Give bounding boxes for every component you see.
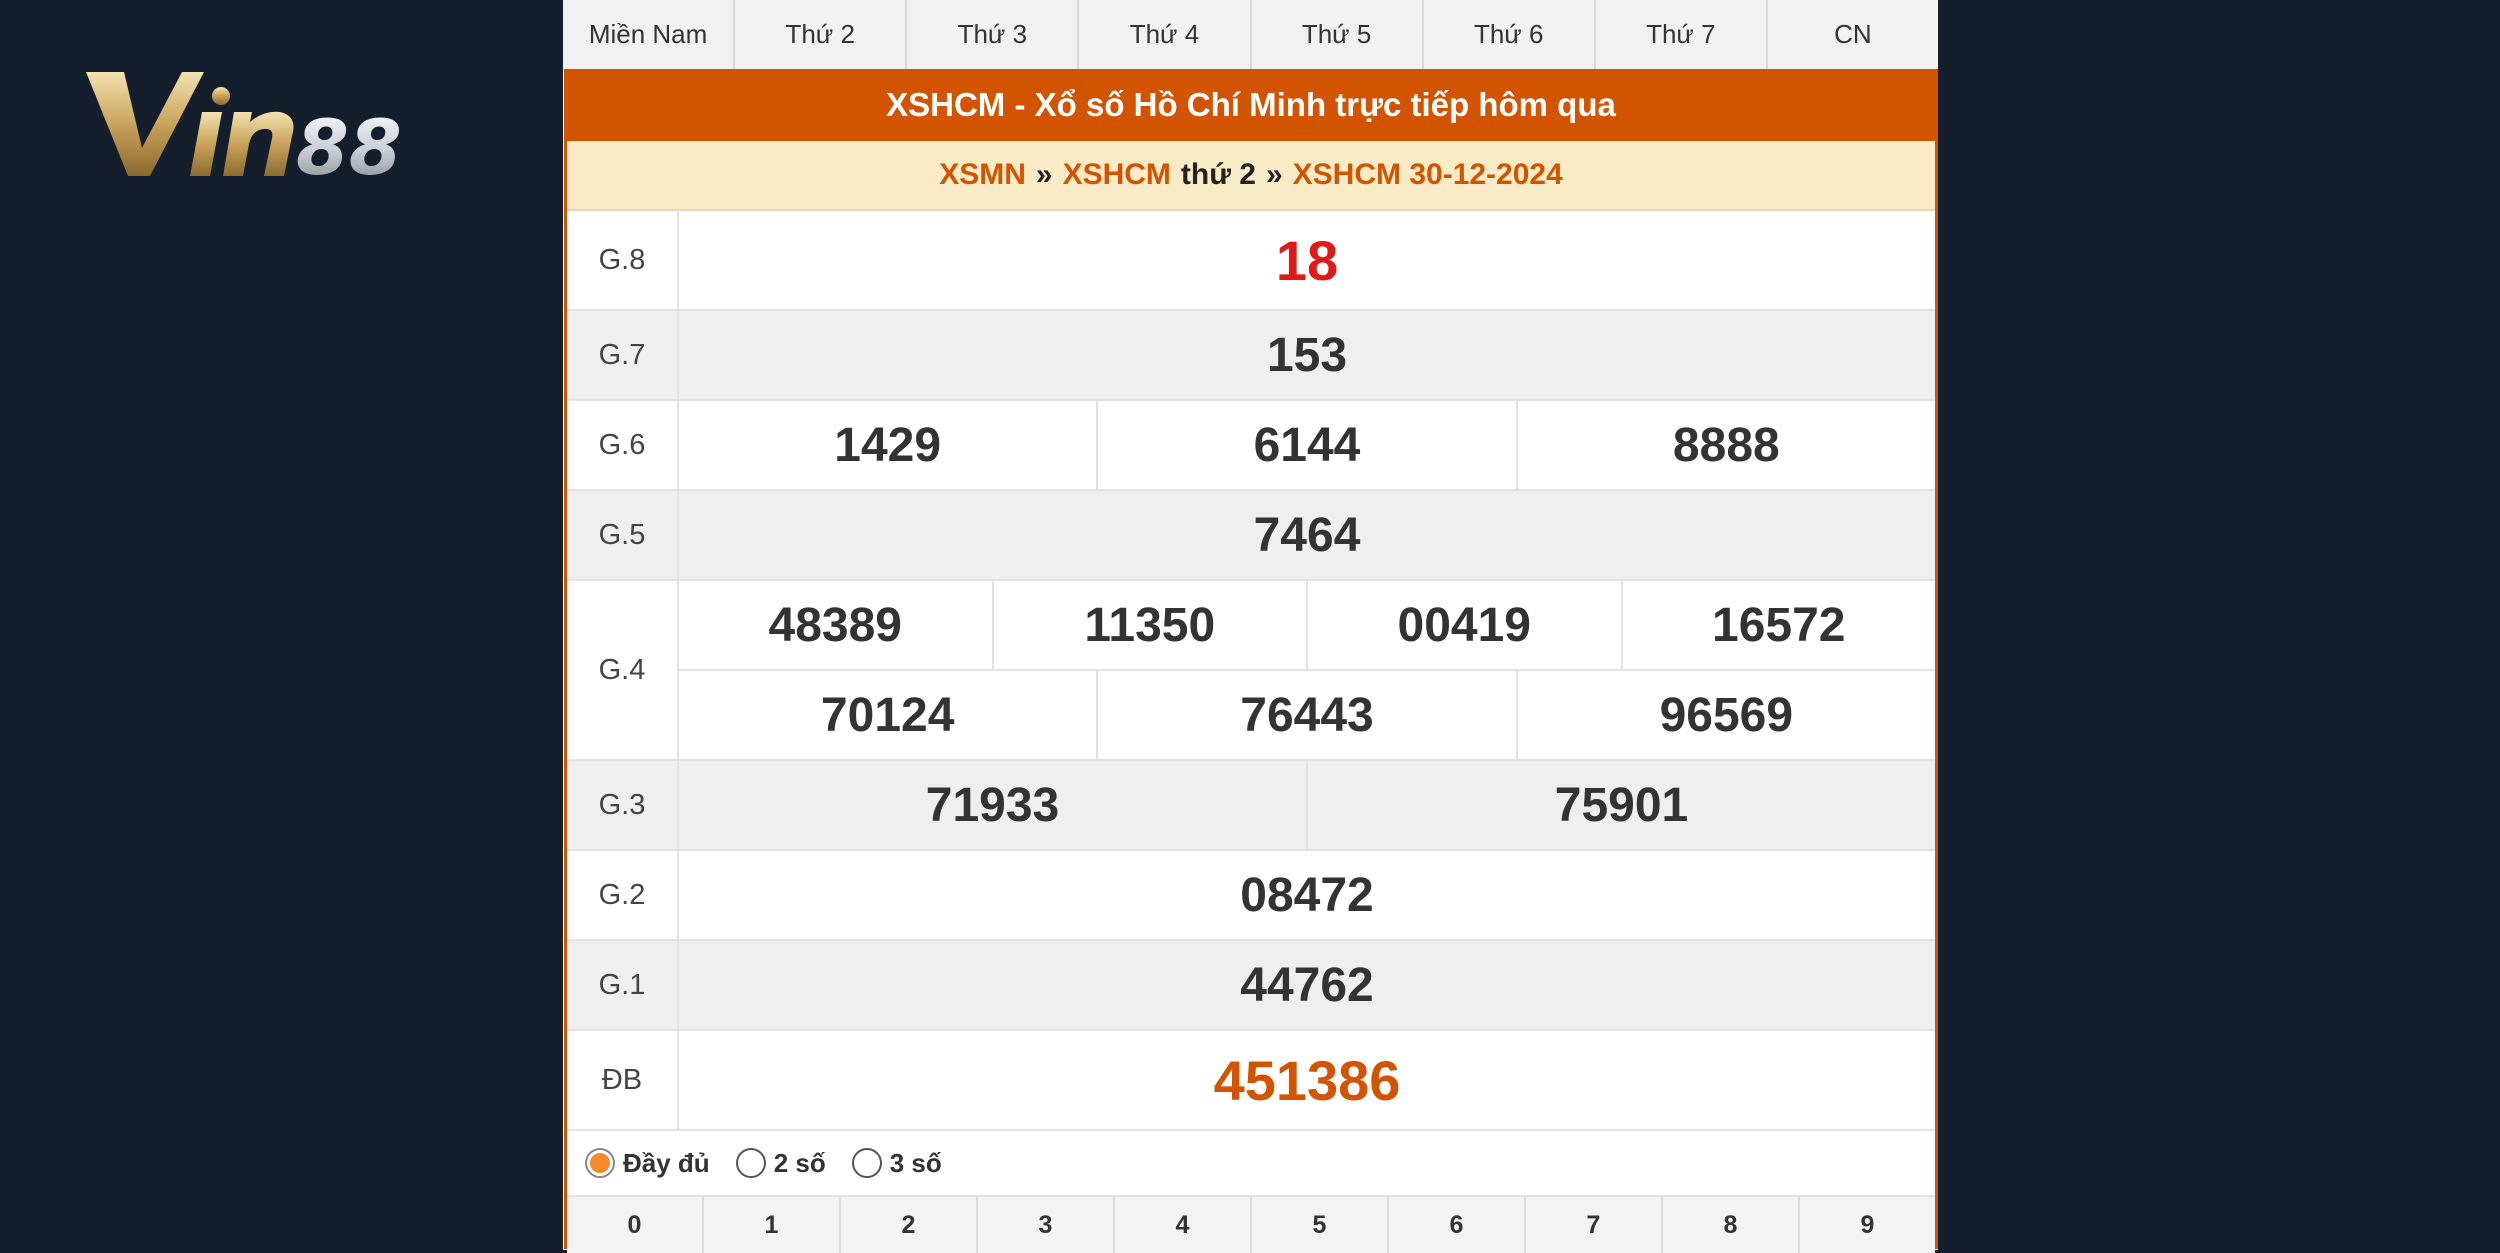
prize-number: 76443 bbox=[1098, 671, 1518, 759]
option-two-digits[interactable]: 2 số bbox=[735, 1147, 826, 1179]
prize-label: G.2 bbox=[567, 851, 679, 939]
tab-mien-nam[interactable]: Miền Nam bbox=[563, 0, 736, 69]
prize-number: 6144 bbox=[1098, 401, 1518, 489]
prize-number: 8888 bbox=[1672, 418, 1780, 472]
prize-label: G.5 bbox=[567, 491, 679, 579]
option-label: 3 số bbox=[889, 1147, 942, 1178]
breadcrumb-link-xshcm[interactable]: XSHCM bbox=[1063, 158, 1171, 192]
prize-row-g5: G.5 7464 bbox=[567, 491, 1935, 581]
prize-label: G.3 bbox=[567, 761, 679, 849]
prize-row-g4: G.4 48389 11350 00419 16572 70124 76443 … bbox=[567, 581, 1935, 761]
prize-number: 70124 bbox=[679, 671, 1099, 759]
tab-thu-3[interactable]: Thứ 3 bbox=[907, 0, 1080, 69]
option-three-digits[interactable]: 3 số bbox=[851, 1147, 942, 1179]
option-label: 2 số bbox=[773, 1147, 826, 1178]
option-full[interactable]: Đầy đủ bbox=[585, 1148, 710, 1179]
breadcrumb-day: thứ 2 bbox=[1180, 158, 1256, 191]
prize-row-g3: G.3 71933 75901 bbox=[567, 761, 1935, 851]
radio-icon[interactable] bbox=[851, 1148, 882, 1178]
digit-filter-6[interactable]: 6 bbox=[1389, 1197, 1526, 1253]
tab-thu-5[interactable]: Thứ 5 bbox=[1252, 0, 1424, 69]
prize-number: 153 bbox=[1266, 328, 1348, 382]
prize-row-special: ĐB 451386 bbox=[567, 1031, 1935, 1131]
results-panel: Miền Nam Thứ 2 Thứ 3 Thứ 4 Thứ 5 Thứ 6 T… bbox=[563, 0, 1938, 1253]
prize-number: 11350 bbox=[994, 581, 1308, 669]
prize-label: G.7 bbox=[567, 311, 679, 399]
prize-row-g7: G.7 153 bbox=[567, 311, 1935, 401]
prize-number: 44762 bbox=[1240, 958, 1374, 1012]
tab-thu-6[interactable]: Thứ 6 bbox=[1424, 0, 1596, 69]
prize-number: 75901 bbox=[1554, 778, 1689, 832]
tab-thu-7[interactable]: Thứ 7 bbox=[1596, 0, 1768, 69]
prize-row-g2: G.2 08472 bbox=[567, 851, 1935, 941]
digit-filter-7[interactable]: 7 bbox=[1526, 1197, 1663, 1253]
prize-number: 7464 bbox=[1253, 508, 1361, 562]
tab-thu-2[interactable]: Thứ 2 bbox=[735, 0, 908, 69]
prize-row-g1: G.1 44762 bbox=[567, 941, 1935, 1031]
prize-label: G.8 bbox=[567, 211, 679, 309]
prize-number: 00419 bbox=[1308, 581, 1623, 669]
digit-filter-8[interactable]: 8 bbox=[1663, 1197, 1800, 1253]
prize-number: 1429 bbox=[679, 401, 1099, 489]
results-table: XSHCM - Xổ số Hồ Chí Minh trực tiếp hôm … bbox=[564, 69, 1938, 1253]
prize-number: 18 bbox=[1275, 228, 1339, 292]
breadcrumb-link-xsmn[interactable]: XSMN bbox=[939, 158, 1026, 192]
day-tabs: Miền Nam Thứ 2 Thứ 3 Thứ 4 Thứ 5 Thứ 6 T… bbox=[563, 0, 1938, 71]
prize-number: 96569 bbox=[1659, 688, 1794, 742]
radio-icon[interactable] bbox=[735, 1148, 766, 1178]
digit-filter-bar: 0 1 2 3 4 5 6 7 8 9 bbox=[567, 1197, 1935, 1253]
vin88-logo: 88 bbox=[86, 72, 402, 186]
digit-filter-3[interactable]: 3 bbox=[978, 1197, 1115, 1253]
prize-row-g6: G.6 1429 6144 8888 bbox=[567, 401, 1935, 491]
digit-filter-9[interactable]: 9 bbox=[1800, 1197, 1935, 1253]
radio-selected-icon[interactable] bbox=[585, 1148, 615, 1178]
results-title: XSHCM - Xổ số Hồ Chí Minh trực tiếp hôm … bbox=[567, 69, 1935, 141]
prize-row-g8: G.8 18 bbox=[567, 211, 1935, 311]
prize-number: 08472 bbox=[1240, 868, 1374, 922]
digit-filter-5[interactable]: 5 bbox=[1252, 1197, 1389, 1253]
prize-label: G.6 bbox=[567, 401, 679, 489]
display-options: Đầy đủ 2 số 3 số bbox=[567, 1131, 1935, 1197]
prize-label: G.4 bbox=[567, 581, 679, 759]
breadcrumb-separator: » bbox=[1265, 158, 1283, 191]
prize-number: 16572 bbox=[1712, 598, 1846, 652]
prize-label: G.1 bbox=[567, 941, 679, 1029]
prize-number: 71933 bbox=[679, 761, 1308, 849]
svg-text:88: 88 bbox=[296, 103, 402, 186]
breadcrumb-link-date[interactable]: XSHCM 30-12-2024 bbox=[1293, 158, 1563, 192]
digit-filter-1[interactable]: 1 bbox=[704, 1197, 841, 1253]
digit-filter-2[interactable]: 2 bbox=[841, 1197, 978, 1253]
digit-filter-0[interactable]: 0 bbox=[567, 1197, 704, 1253]
tab-thu-4[interactable]: Thứ 4 bbox=[1079, 0, 1252, 69]
digit-filter-4[interactable]: 4 bbox=[1115, 1197, 1252, 1253]
special-prize-number: 451386 bbox=[1213, 1048, 1401, 1112]
prize-number: 48389 bbox=[679, 581, 994, 669]
breadcrumb: XSMN » XSHCM thứ 2 » XSHCM 30-12-2024 bbox=[567, 141, 1935, 211]
prize-label: ĐB bbox=[567, 1031, 679, 1129]
option-label: Đầy đủ bbox=[623, 1147, 710, 1178]
breadcrumb-separator: » bbox=[1035, 158, 1053, 191]
tab-cn[interactable]: CN bbox=[1768, 0, 1938, 69]
